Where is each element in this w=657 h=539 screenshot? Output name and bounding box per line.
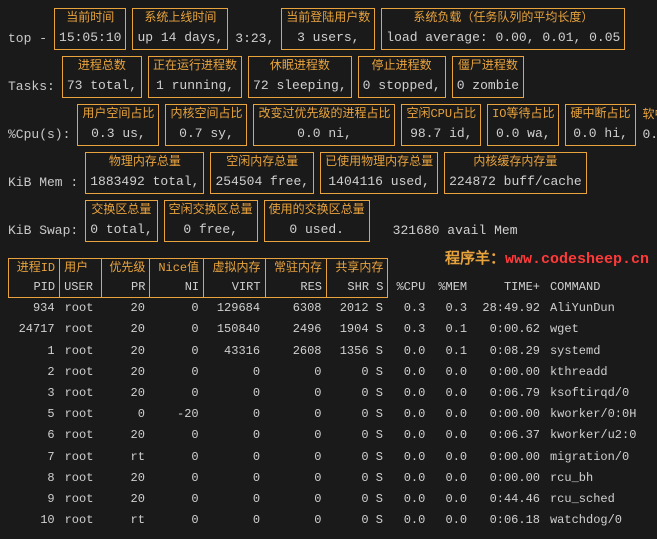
tasks-line: Tasks: 进程总数 73 total, 正在运行进程数 1 running,… bbox=[8, 56, 649, 98]
box-zombie: 僵尸进程数 0 zombie bbox=[452, 56, 524, 98]
mem-prefix: KiB Mem : bbox=[8, 173, 78, 194]
box-wa: IO等待占比 0.0 wa, bbox=[487, 104, 559, 146]
table-row: 7rootrt0000 S0.00.00:00.00migration/0 bbox=[9, 447, 650, 468]
table-row: 934root20012968463082012 S0.30.328:49.92… bbox=[9, 298, 650, 320]
box-ni: 改变过优先级的进程占比 0.0 ni, bbox=[253, 104, 395, 146]
box-uptime: 系统上线时间 up 14 days, bbox=[132, 8, 228, 50]
box-sleeping: 休眠进程数 72 sleeping, bbox=[248, 56, 352, 98]
table-row: 8root200000 S0.00.00:00.00rcu_bh bbox=[9, 468, 650, 489]
mem-line: KiB Mem : 物理内存总量 1883492 total, 空闲内存总量 2… bbox=[8, 152, 649, 194]
box-swap-used: 使用的交换区总量 0 used. bbox=[264, 200, 370, 242]
table-row: 3root200000 S0.00.00:06.79ksoftirqd/0 bbox=[9, 383, 650, 404]
table-row: 24717root20015084024961904 S0.30.10:00.6… bbox=[9, 319, 650, 340]
top-line: top - 当前时间 15:05:10 系统上线时间 up 14 days, 3… bbox=[8, 8, 649, 50]
box-time: 当前时间 15:05:10 bbox=[54, 8, 126, 50]
box-swap-free: 空闲交换区总量 0 free, bbox=[164, 200, 258, 242]
box-running: 正在运行进程数 1 running, bbox=[148, 56, 242, 98]
swap-line: KiB Swap: 交换区总量 0 total, 空闲交换区总量 0 free,… bbox=[8, 200, 649, 242]
box-mem-used: 已使用物理内存总量 1404116 used, bbox=[320, 152, 438, 194]
box-mem-buff: 内核缓存内存量 224872 buff/cache bbox=[444, 152, 587, 194]
watermark: 程序羊：www.codesheep.cn bbox=[445, 248, 649, 272]
box-mem-total: 物理内存总量 1883492 total, bbox=[85, 152, 204, 194]
process-table: 进程IDPID 用户USER 优先级PR Nice值NI 虚拟内存VIRT 常驻… bbox=[8, 258, 649, 531]
tasks-prefix: Tasks: bbox=[8, 77, 55, 98]
table-row: 2root200000 S0.00.00:00.00kthreadd bbox=[9, 362, 650, 383]
cpu-tail: 软中断占比 0.3 si, 0.0 st bbox=[643, 106, 657, 146]
box-hi: 硬中断占比 0.0 hi, bbox=[565, 104, 635, 146]
table-row: 1root2004331626081356 S0.00.10:08.29syst… bbox=[9, 341, 650, 362]
table-row: 6root200000 S0.00.00:06.37kworker/u2:0 bbox=[9, 425, 650, 446]
box-mem-free: 空闲内存总量 254504 free, bbox=[210, 152, 314, 194]
top-prefix: top - bbox=[8, 29, 47, 50]
box-stopped: 停止进程数 0 stopped, bbox=[358, 56, 446, 98]
box-swap-total: 交换区总量 0 total, bbox=[85, 200, 157, 242]
cpu-line: %Cpu(s): 用户空间占比 0.3 us, 内核空间占比 0.7 sy, 改… bbox=[8, 104, 649, 146]
box-id: 空闲CPU占比 98.7 id, bbox=[401, 104, 481, 146]
table-row: 10rootrt0000 S0.00.00:06.18watchdog/0 bbox=[9, 510, 650, 531]
box-users: 当前登陆用户数 3 users, bbox=[281, 8, 375, 50]
box-us: 用户空间占比 0.3 us, bbox=[77, 104, 159, 146]
uptime-extra: 3:23, bbox=[235, 29, 274, 50]
swap-avail: 321680 avail Mem bbox=[393, 221, 518, 242]
box-total: 进程总数 73 total, bbox=[62, 56, 142, 98]
table-row: 5root0-20000 S0.00.00:00.00kworker/0:0H bbox=[9, 404, 650, 425]
box-sy: 内核空间占比 0.7 sy, bbox=[165, 104, 247, 146]
cpu-prefix: %Cpu(s): bbox=[8, 125, 70, 146]
box-load: 系统负载（任务队列的平均长度） load average: 0.00, 0.01… bbox=[381, 8, 625, 50]
swap-prefix: KiB Swap: bbox=[8, 221, 78, 242]
